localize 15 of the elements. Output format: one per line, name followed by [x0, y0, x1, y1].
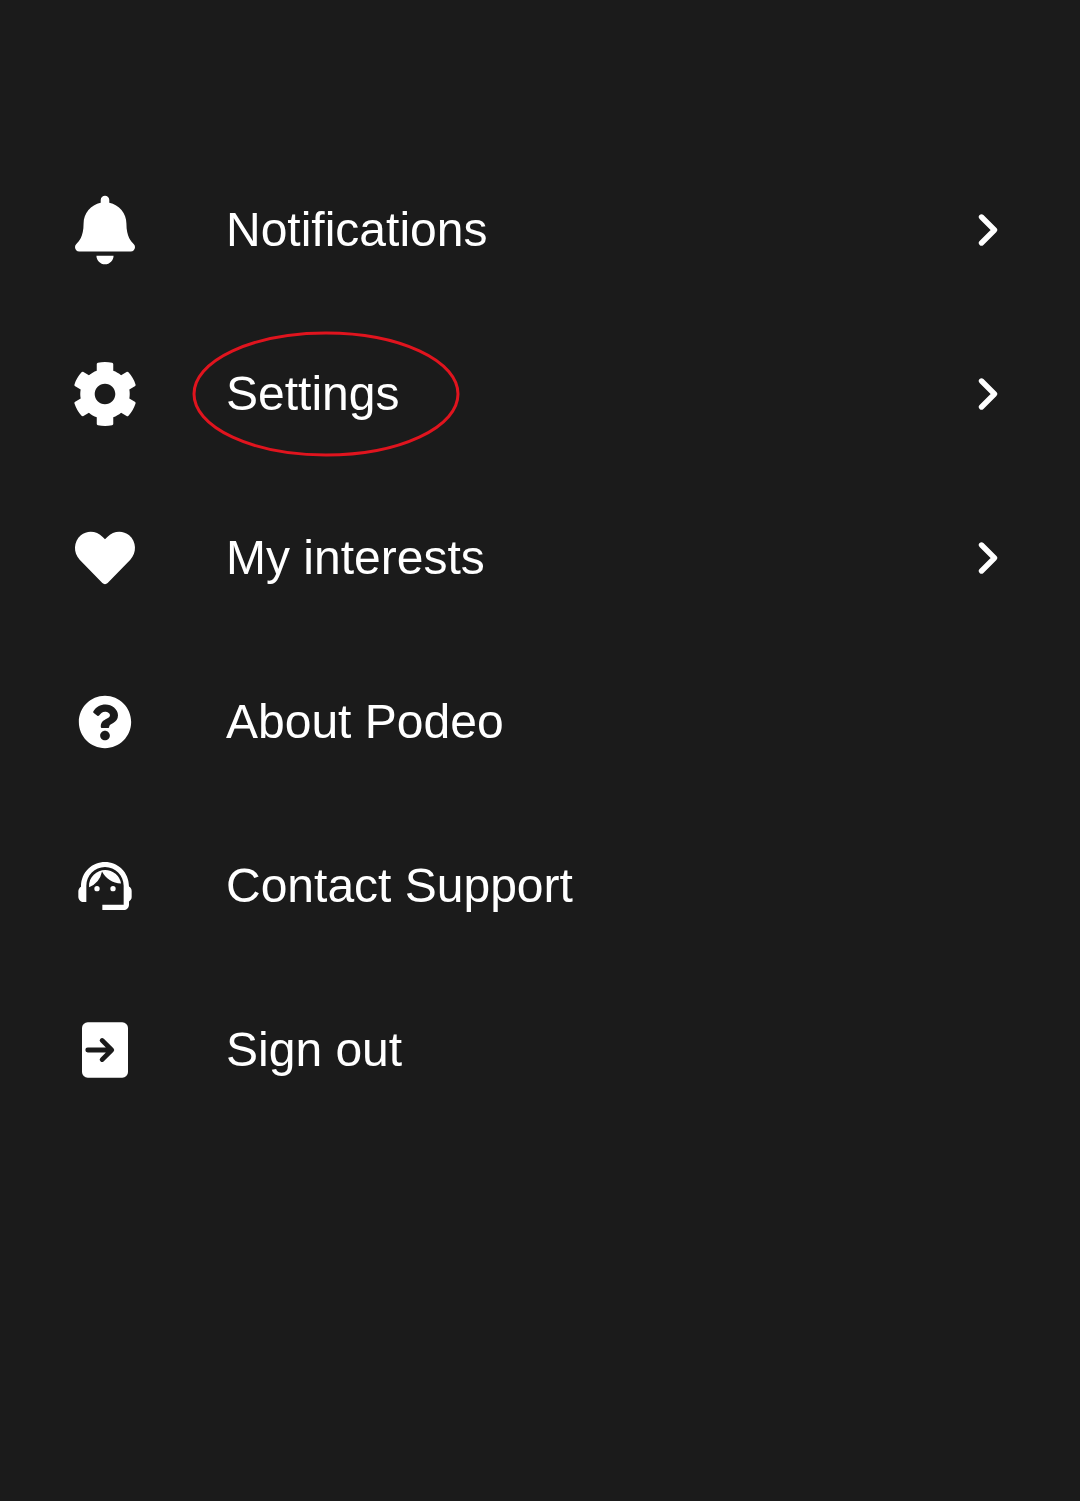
menu-item-label: My interests: [226, 531, 485, 584]
menu-item-label: Contact Support: [226, 859, 573, 912]
menu-item[interactable]: Settings: [0, 312, 1080, 476]
menu-item-label: Settings: [226, 367, 400, 420]
help-icon: [78, 695, 132, 749]
menu-item-label: Sign out: [226, 1023, 403, 1076]
sign-out-icon: [82, 1022, 128, 1078]
menu-item[interactable]: Notifications: [0, 148, 1080, 312]
menu-item[interactable]: My interests: [0, 476, 1080, 640]
menu-item[interactable]: Sign out: [0, 968, 1080, 1132]
menu-item[interactable]: Contact Support: [0, 804, 1080, 968]
settings-icon: [72, 361, 138, 427]
menu-item-label: About Podeo: [226, 695, 504, 748]
menu-item[interactable]: About Podeo: [0, 640, 1080, 804]
menu-item-label: Notifications: [226, 203, 488, 256]
